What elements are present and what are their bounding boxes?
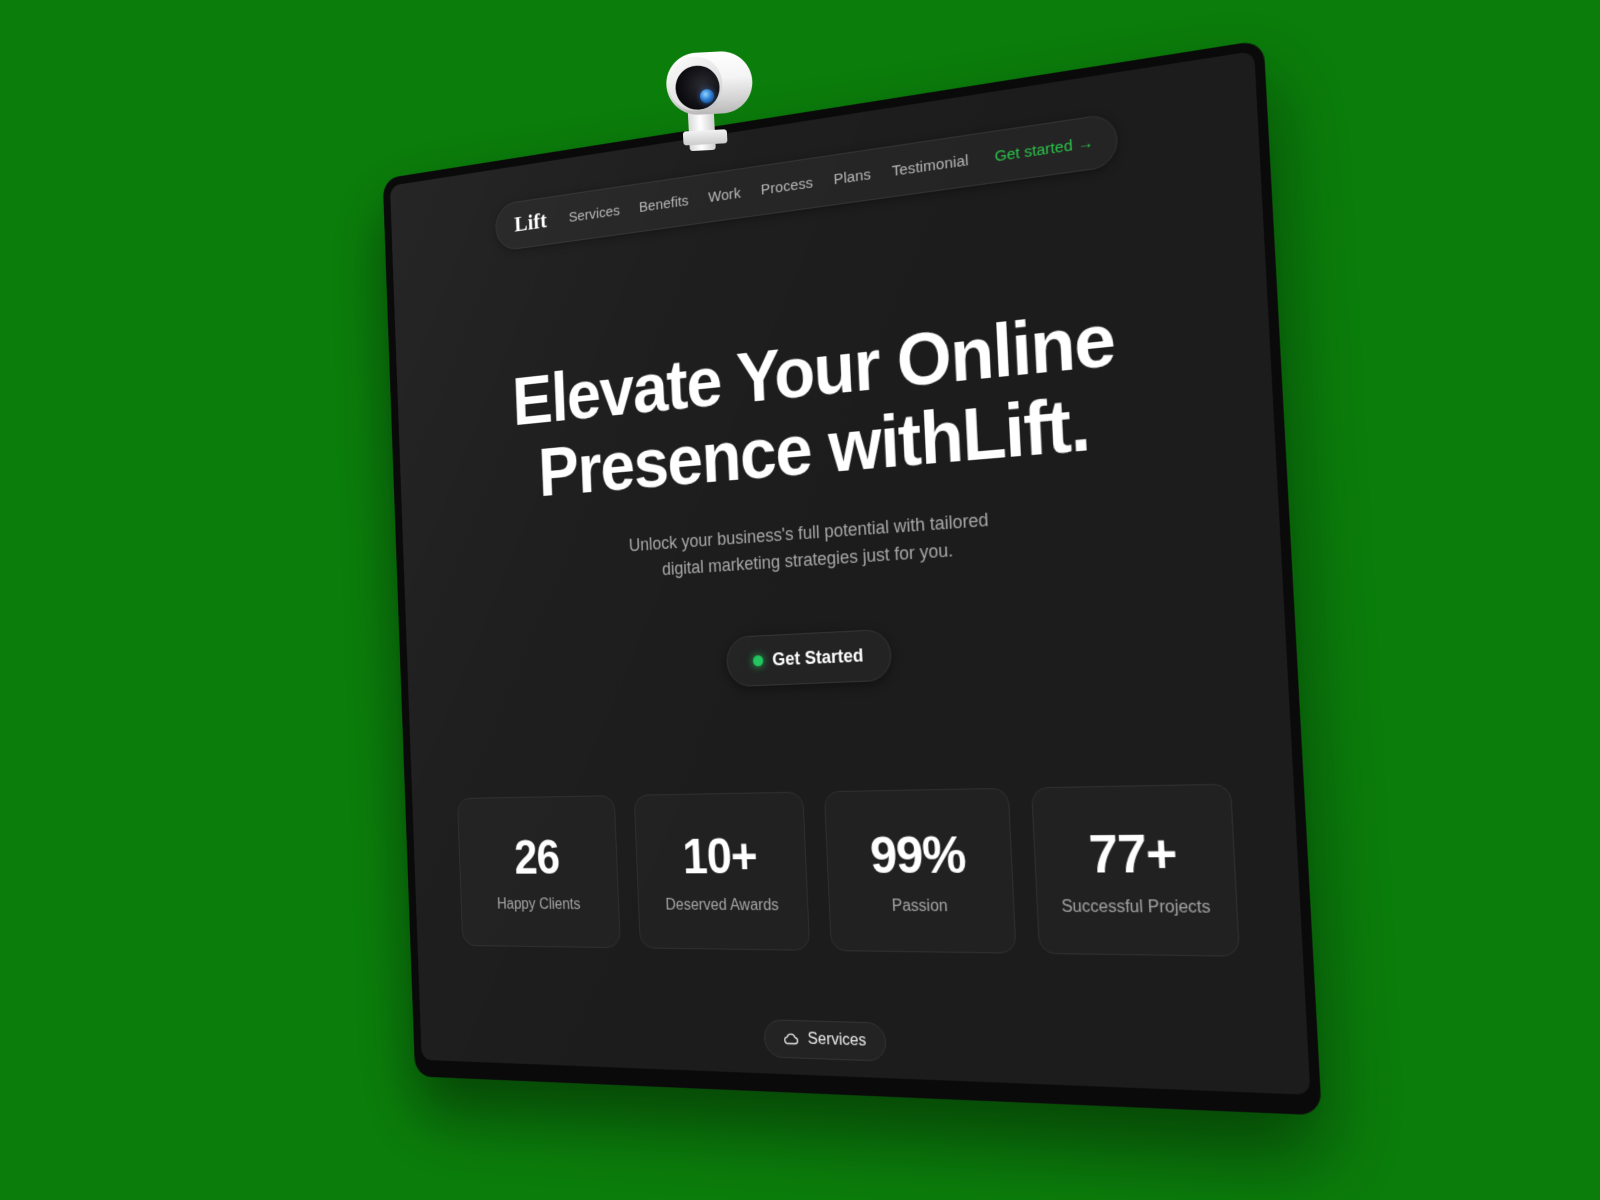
get-started-button-label: Get Started xyxy=(771,645,864,670)
webcam-lens xyxy=(674,64,721,111)
brand-logo[interactable]: Lift xyxy=(514,208,548,238)
monitor: Lift Services Benefits Work Process Plan… xyxy=(382,39,1322,1116)
cloud-icon xyxy=(783,1030,801,1049)
nav-item-process[interactable]: Process xyxy=(760,174,813,199)
stat-card: 26 Happy Clients xyxy=(456,795,621,949)
webcam xyxy=(658,43,763,152)
services-badge[interactable]: Services xyxy=(763,1019,888,1062)
stat-value: 10+ xyxy=(681,828,758,885)
nav-item-benefits[interactable]: Benefits xyxy=(639,192,689,216)
webcam-clip xyxy=(682,129,728,146)
services-badge-label: Services xyxy=(807,1030,867,1050)
webcam-lens-ring xyxy=(666,55,724,113)
stat-label: Deserved Awards xyxy=(665,896,780,915)
webcam-body xyxy=(664,49,754,117)
nav-item-work[interactable]: Work xyxy=(708,184,741,206)
website-page: Lift Services Benefits Work Process Plan… xyxy=(390,51,1310,1095)
nav-get-started-link[interactable]: Get started → xyxy=(994,133,1094,166)
hero-subtitle-line-1: Unlock your business's full potential wi… xyxy=(628,508,989,555)
monitor-bezel: Lift Services Benefits Work Process Plan… xyxy=(382,39,1322,1116)
hero-subtitle: Unlock your business's full potential wi… xyxy=(592,503,1033,589)
monitor-screen: Lift Services Benefits Work Process Plan… xyxy=(389,50,1311,1095)
status-dot-icon xyxy=(752,655,764,667)
stats-grid: 26 Happy Clients 10+ Deserved Awards 99%… xyxy=(456,783,1241,957)
hero-cta-wrapper: Get Started xyxy=(463,613,1210,698)
hero-title: Elevate Your Online Presence withLift. xyxy=(452,291,1198,517)
stat-label: Successful Projects xyxy=(1061,898,1211,918)
nav-get-started-label: Get started xyxy=(994,136,1074,166)
stat-value: 77+ xyxy=(1087,823,1178,885)
hero-section: Elevate Your Online Presence withLift. U… xyxy=(397,283,1287,701)
navbar: Lift Services Benefits Work Process Plan… xyxy=(494,112,1119,252)
stat-card: 99% Passion xyxy=(823,787,1017,954)
webcam-lens-glint xyxy=(699,88,715,104)
arrow-right-icon: → xyxy=(1077,133,1094,154)
screenshot-canvas: Lift Services Benefits Work Process Plan… xyxy=(0,0,1600,1200)
monitor-scene: Lift Services Benefits Work Process Plan… xyxy=(0,0,1600,1200)
stat-label: Happy Clients xyxy=(496,896,581,913)
get-started-button[interactable]: Get Started xyxy=(725,628,893,688)
stat-label: Passion xyxy=(891,897,949,916)
nav-item-plans[interactable]: Plans xyxy=(833,166,871,189)
stat-value: 26 xyxy=(513,830,561,885)
stat-value: 99% xyxy=(868,825,967,885)
stat-card: 10+ Deserved Awards xyxy=(633,791,811,951)
stat-card: 77+ Successful Projects xyxy=(1030,783,1241,957)
nav-item-services[interactable]: Services xyxy=(568,202,620,226)
nav-item-testimonial[interactable]: Testimonial xyxy=(891,151,969,180)
